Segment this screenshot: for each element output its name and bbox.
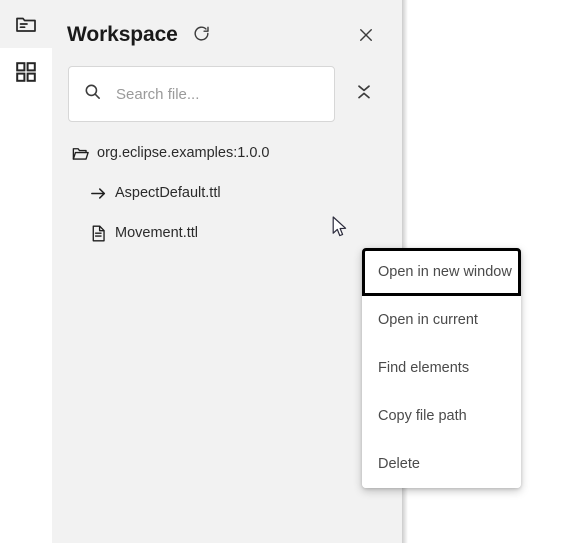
context-menu: Open in new window Open in current Find … bbox=[362, 248, 521, 488]
tree-item-movement[interactable]: Movement.ttl bbox=[52, 220, 402, 246]
app-root: Workspace Search file... org.eclipse.exa… bbox=[0, 0, 576, 543]
tree-item-label: org.eclipse.examples:1.0.0 bbox=[97, 145, 270, 161]
menu-item-open-in-current[interactable]: Open in current bbox=[362, 296, 521, 344]
search-row bbox=[52, 66, 402, 124]
search-input[interactable] bbox=[116, 85, 320, 103]
grid-icon bbox=[14, 60, 38, 84]
file-icon bbox=[89, 224, 109, 243]
menu-item-delete[interactable]: Delete bbox=[362, 440, 521, 488]
open-folder-icon bbox=[71, 144, 91, 163]
rail-item-workspace[interactable] bbox=[0, 0, 52, 48]
panel-header: Workspace bbox=[52, 0, 402, 60]
search-box[interactable] bbox=[68, 66, 335, 122]
menu-item-find-elements[interactable]: Find elements bbox=[362, 344, 521, 392]
icon-rail bbox=[0, 0, 52, 543]
collapse-all-icon bbox=[356, 83, 372, 106]
rail-item-dashboard[interactable] bbox=[0, 48, 52, 96]
tree-item-aspect-default[interactable]: AspectDefault.ttl bbox=[52, 180, 402, 206]
search-icon bbox=[83, 82, 102, 106]
refresh-icon bbox=[192, 24, 211, 48]
arrow-right-icon bbox=[89, 184, 109, 203]
menu-item-open-in-new-window[interactable]: Open in new window bbox=[362, 248, 521, 296]
page-title: Workspace bbox=[67, 23, 178, 46]
tree-item-label: Movement.ttl bbox=[115, 225, 198, 241]
folder-list-icon bbox=[14, 12, 38, 36]
tree-item-label: AspectDefault.ttl bbox=[115, 185, 221, 201]
close-icon bbox=[357, 26, 375, 49]
menu-item-copy-file-path[interactable]: Copy file path bbox=[362, 392, 521, 440]
file-tree: org.eclipse.examples:1.0.0 AspectDefault… bbox=[52, 140, 402, 246]
collapse-all-button[interactable] bbox=[352, 82, 376, 106]
refresh-button[interactable] bbox=[190, 25, 212, 47]
tree-item-folder[interactable]: org.eclipse.examples:1.0.0 bbox=[52, 140, 402, 166]
workspace-panel: Workspace Search file... org.eclipse.exa… bbox=[52, 0, 402, 543]
close-button[interactable] bbox=[355, 26, 377, 48]
